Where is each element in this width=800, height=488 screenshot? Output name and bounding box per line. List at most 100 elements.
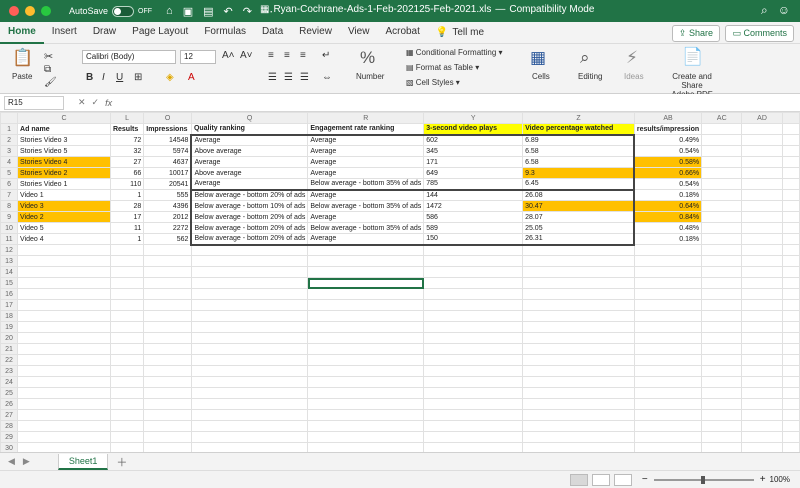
cell[interactable]: Average [307, 211, 425, 223]
cell[interactable] [781, 145, 800, 157]
cell[interactable] [143, 365, 192, 377]
cell[interactable]: 20541 [143, 178, 192, 190]
cell[interactable]: Average [190, 133, 309, 146]
cell[interactable] [633, 431, 703, 443]
cell[interactable]: 0.54% [633, 145, 703, 157]
row-header[interactable]: 13 [0, 255, 19, 267]
cell[interactable] [17, 431, 111, 443]
cell[interactable] [741, 431, 783, 443]
row-header[interactable]: 18 [0, 310, 19, 322]
cell[interactable]: 11 [109, 222, 145, 234]
cell[interactable] [143, 387, 192, 399]
cell[interactable] [522, 288, 635, 300]
row-header[interactable]: 5 [0, 167, 19, 179]
cells-icon[interactable]: ▦ [530, 48, 546, 68]
cell[interactable] [143, 332, 192, 344]
row-header[interactable]: 9 [0, 211, 19, 223]
cell[interactable] [109, 365, 145, 377]
cell[interactable] [17, 343, 111, 355]
cell[interactable] [741, 222, 783, 234]
cell[interactable]: 2272 [143, 222, 192, 234]
cell[interactable] [741, 321, 783, 333]
add-sheet-button[interactable]: ＋ [116, 454, 127, 470]
cell[interactable]: Video 4 [17, 233, 111, 245]
cell[interactable] [522, 442, 635, 452]
cell[interactable] [701, 222, 743, 234]
cell[interactable] [109, 409, 145, 421]
cell[interactable] [741, 376, 783, 388]
cell[interactable] [522, 420, 635, 432]
cell[interactable] [781, 222, 800, 234]
row-header[interactable]: 14 [0, 266, 19, 278]
cell[interactable] [633, 244, 703, 256]
zoom-window-button[interactable] [41, 6, 51, 16]
cell[interactable] [143, 343, 192, 355]
cell[interactable] [190, 310, 309, 322]
cell[interactable]: 4396 [143, 200, 192, 212]
cell[interactable] [781, 431, 800, 443]
cell[interactable] [190, 277, 309, 289]
row-header[interactable]: 1 [0, 123, 19, 135]
cell[interactable]: 586 [423, 211, 524, 223]
cell[interactable] [701, 431, 743, 443]
cell[interactable] [701, 299, 743, 311]
cell[interactable]: 0.66% [633, 167, 703, 179]
cell[interactable] [423, 255, 524, 267]
cell[interactable] [741, 277, 783, 289]
row-header[interactable]: 17 [0, 299, 19, 311]
cell[interactable] [307, 442, 425, 452]
align-center-icon[interactable]: ☰ [284, 72, 293, 83]
cell[interactable] [701, 178, 743, 190]
cell[interactable] [307, 244, 425, 256]
cell[interactable] [109, 442, 145, 452]
align-middle-icon[interactable]: ≡ [284, 50, 290, 61]
cell[interactable]: Average [307, 188, 425, 201]
cell[interactable] [190, 255, 309, 267]
cell[interactable] [701, 376, 743, 388]
cell[interactable]: 144 [423, 188, 524, 201]
redo-icon[interactable]: ↷ [243, 5, 252, 18]
cell[interactable] [781, 277, 800, 289]
cell[interactable]: 2012 [143, 211, 192, 223]
cell[interactable] [17, 354, 111, 366]
cell[interactable] [741, 178, 783, 190]
cell[interactable] [701, 123, 743, 135]
cell[interactable] [781, 332, 800, 344]
cell[interactable]: 0.49% [633, 134, 703, 146]
cell[interactable] [190, 376, 309, 388]
cell[interactable]: 32 [109, 145, 145, 157]
cell[interactable] [633, 277, 703, 289]
cell[interactable] [109, 343, 145, 355]
cell[interactable] [701, 233, 743, 245]
row-header[interactable]: 16 [0, 288, 19, 300]
cell[interactable] [741, 189, 783, 201]
cell[interactable]: 171 [423, 156, 524, 168]
cell[interactable]: 649 [423, 167, 524, 179]
cell[interactable] [190, 387, 309, 399]
row-header[interactable]: 23 [0, 365, 19, 377]
borders-icon[interactable]: ⊞ [134, 72, 142, 83]
cell[interactable] [741, 310, 783, 322]
align-top-icon[interactable]: ≡ [268, 50, 274, 61]
cell[interactable] [423, 376, 524, 388]
cell[interactable] [307, 431, 425, 443]
tab-draw[interactable]: Draw [85, 22, 124, 44]
cell[interactable] [781, 398, 800, 410]
cell[interactable]: Below average - bottom 20% of ads [190, 211, 309, 223]
cell[interactable]: 6.58 [522, 145, 636, 157]
cell[interactable] [741, 200, 783, 212]
cell[interactable] [109, 310, 145, 322]
cell[interactable] [143, 431, 192, 443]
cell[interactable]: Video percentage watched [522, 123, 635, 135]
cell[interactable]: Video 2 [17, 211, 111, 223]
tab-data[interactable]: Data [254, 22, 291, 44]
cell[interactable]: 4637 [143, 156, 192, 168]
cell[interactable] [781, 156, 800, 168]
cell[interactable] [17, 244, 111, 256]
cell[interactable] [633, 343, 703, 355]
cut-icon[interactable]: ✂ [44, 50, 53, 63]
cell[interactable]: Average [307, 133, 425, 146]
cell[interactable]: Results [109, 123, 145, 135]
cell[interactable] [109, 299, 145, 311]
autosave-toggle[interactable] [112, 5, 135, 17]
